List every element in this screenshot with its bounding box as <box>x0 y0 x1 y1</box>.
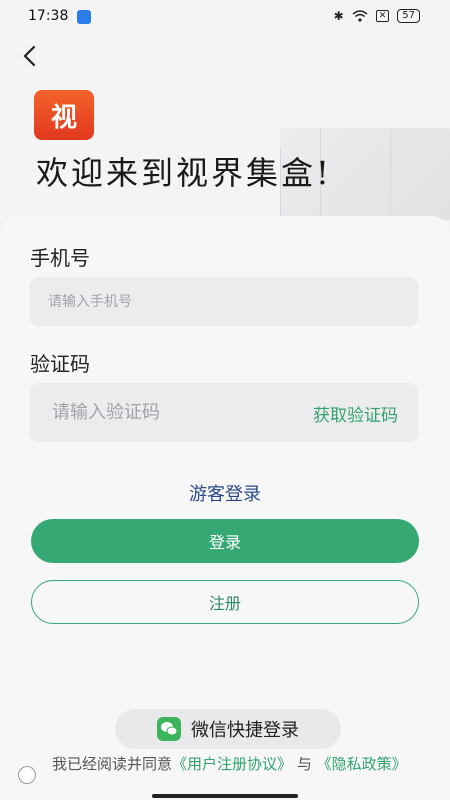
back-arrow-icon[interactable] <box>18 44 42 68</box>
user-agreement-link[interactable]: 《用户注册协议》 <box>172 755 292 773</box>
login-button[interactable]: 登录 <box>31 519 419 563</box>
sim-icon: ✕ <box>375 10 390 22</box>
phone-field-container <box>30 277 418 326</box>
home-indicator <box>152 794 298 798</box>
guest-login-link[interactable]: 游客登录 <box>0 480 450 506</box>
battery-icon: 57 <box>397 9 420 23</box>
login-button-label: 登录 <box>208 533 241 552</box>
bluetooth-icon: ✱ <box>333 9 344 23</box>
agreement-checkbox[interactable] <box>18 766 36 784</box>
welcome-title: 欢迎来到视界集盒! <box>36 154 332 192</box>
wifi-icon <box>352 10 368 22</box>
wechat-icon <box>157 717 181 741</box>
register-button[interactable]: 注册 <box>31 580 419 624</box>
agreement-and: 与 <box>296 755 312 773</box>
privacy-policy-link[interactable]: 《隐私政策》 <box>317 755 407 773</box>
get-code-button[interactable]: 获取验证码 <box>313 401 398 426</box>
agreement-prefix: 我已经阅读并同意 <box>52 755 173 773</box>
app-notification-icon <box>77 10 91 24</box>
status-time: 17:38 <box>28 8 69 24</box>
logo-text: 视 <box>50 102 77 133</box>
status-bar: 17:38 ✱ ✕ 57 <box>0 0 450 34</box>
register-button-label: 注册 <box>208 594 241 613</box>
wechat-login-button[interactable]: 微信快捷登录 <box>115 709 341 749</box>
phone-input[interactable] <box>30 277 418 326</box>
wechat-login-label: 微信快捷登录 <box>191 720 299 741</box>
code-field-container: 获取验证码 <box>30 383 418 442</box>
phone-label: 手机号 <box>30 246 90 270</box>
app-logo: 视 <box>34 90 94 140</box>
agreement-text: 我已经阅读并同意《用户注册协议》 与 《隐私政策》 <box>52 752 444 776</box>
status-icons: ✱ ✕ 57 <box>334 9 420 23</box>
code-label: 验证码 <box>30 352 90 376</box>
verification-code-input[interactable] <box>30 383 260 442</box>
